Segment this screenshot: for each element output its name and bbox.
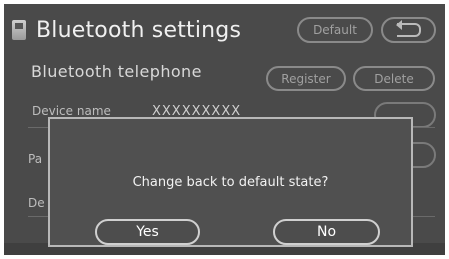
phone-icon [12, 20, 26, 40]
dialog-message: Change back to default state? [132, 175, 329, 190]
page-title: Bluetooth settings [36, 17, 242, 43]
device-name-label: Device name [32, 104, 111, 118]
back-button[interactable] [381, 17, 436, 43]
row-label-partial: De [28, 196, 45, 210]
bluetooth-settings-screen: Bluetooth settings Default Bluetooth tel… [4, 4, 445, 255]
back-arrow-icon [395, 20, 421, 37]
section-label: Bluetooth telephone [31, 62, 202, 81]
default-button[interactable]: Default [297, 17, 373, 43]
row-label-partial: Pa [28, 152, 43, 166]
register-button[interactable]: Register [266, 66, 346, 91]
delete-button[interactable]: Delete [353, 66, 435, 91]
confirm-dialog: Change back to default state? Yes No [48, 117, 413, 247]
no-button[interactable]: No [273, 219, 380, 245]
header: Bluetooth settings [12, 14, 241, 46]
yes-button[interactable]: Yes [95, 219, 200, 245]
